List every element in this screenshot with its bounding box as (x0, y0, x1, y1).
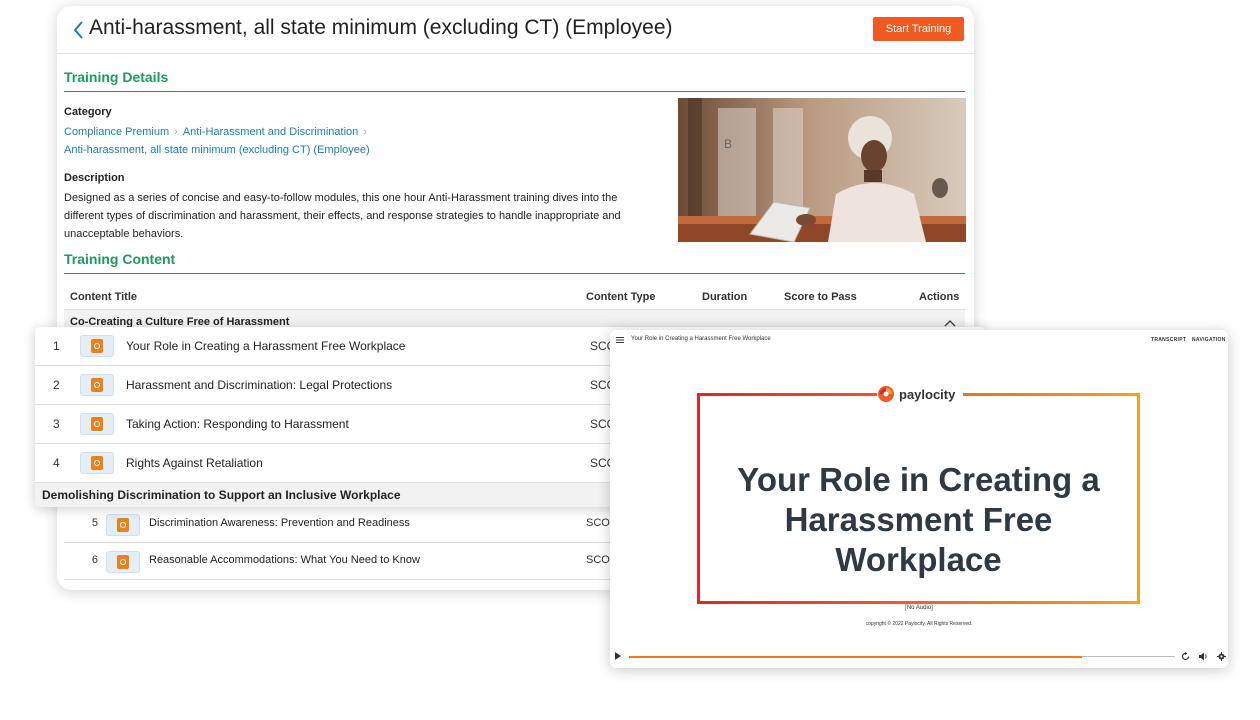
table-row[interactable]: 5 Discrimination Awareness: Prevention a… (64, 506, 617, 543)
replay-icon[interactable] (1181, 652, 1190, 661)
breadcrumb-link[interactable]: Compliance Premium (64, 126, 169, 138)
chevron-left-icon (73, 21, 83, 39)
content-title[interactable]: Reasonable Accommodations: What You Need… (149, 554, 420, 566)
gear-icon[interactable] (1217, 652, 1226, 661)
scorm-package-icon (106, 551, 140, 573)
scorm-package-icon (80, 374, 114, 396)
table-row[interactable]: 6 Reasonable Accommodations: What You Ne… (64, 543, 617, 580)
course-player-window: Your Role in Creating a Harassment Free … (610, 330, 1228, 668)
brand-name: paylocity (899, 386, 956, 402)
paylocity-logo: paylocity (877, 384, 963, 404)
scorm-package-icon (80, 413, 114, 435)
training-content-heading: Training Content (64, 251, 176, 267)
description-label: Description (64, 172, 125, 184)
hamburger-menu-icon[interactable] (616, 337, 624, 343)
chevron-right-icon: › (174, 126, 178, 138)
breadcrumb-link[interactable]: Anti-Harassment and Discrimination (183, 126, 358, 138)
start-training-button[interactable]: Start Training (873, 17, 964, 41)
row-number: 6 (91, 554, 98, 566)
page-header: Anti-harassment, all state minimum (excl… (57, 6, 974, 54)
page-title: Anti-harassment, all state minimum (excl… (89, 16, 673, 39)
back-button[interactable] (67, 16, 89, 44)
navigation-tab[interactable]: NAVIGATION (1192, 337, 1226, 343)
content-title[interactable]: Rights Against Retaliation (126, 456, 263, 470)
column-header-actions: Actions (919, 291, 960, 303)
content-title[interactable]: Your Role in Creating a Harassment Free … (126, 339, 405, 353)
training-details-heading: Training Details (64, 69, 169, 85)
category-label: Category (64, 106, 112, 118)
chevron-right-icon: › (363, 126, 367, 138)
play-icon[interactable] (614, 652, 622, 660)
scorm-package-icon (106, 514, 140, 536)
row-number: 2 (53, 378, 60, 392)
no-audio-note: [No Audio] (905, 605, 933, 611)
column-header-content-type[interactable]: Content Type (586, 291, 655, 303)
section-divider (64, 91, 965, 92)
description-text: Designed as a series of concise and easy… (64, 192, 621, 240)
breadcrumb-link[interactable]: Anti-harassment, all state minimum (excl… (64, 144, 370, 156)
column-header-duration[interactable]: Duration (702, 291, 747, 303)
content-title[interactable]: Harassment and Discrimination: Legal Pro… (126, 378, 392, 392)
section-divider (64, 273, 965, 274)
group-title: Demolishing Discrimination to Support an… (42, 488, 401, 502)
scorm-package-icon (80, 452, 114, 474)
paylocity-logo-mark (878, 386, 894, 402)
column-header-score-to-pass[interactable]: Score to Pass (784, 291, 857, 303)
column-header-content-title[interactable]: Content Title (70, 291, 137, 303)
row-number: 3 (53, 417, 60, 431)
volume-icon[interactable] (1199, 652, 1208, 661)
category-breadcrumb: Compliance Premium › Anti-Harassment and D… (64, 123, 624, 159)
content-title[interactable]: Taking Action: Responding to Harassment (126, 417, 349, 431)
progress-fill (629, 655, 1083, 658)
slide-heading: Your Role in Creating a Harassment Free … (737, 461, 1100, 578)
transcript-tab[interactable]: TRANSCRIPT (1151, 337, 1186, 343)
row-number: 1 (53, 339, 60, 353)
player-title: Your Role in Creating a Harassment Free … (631, 336, 771, 342)
copyright-text: copyright © 2022 Paylocity. All Rights R… (865, 621, 973, 627)
svg-text:B: B (724, 137, 732, 151)
hero-photo: B (678, 98, 966, 242)
scorm-package-icon (80, 335, 114, 357)
row-number: 4 (53, 456, 60, 470)
content-title[interactable]: Discrimination Awareness: Prevention and… (149, 517, 410, 529)
progress-bar[interactable] (629, 655, 1175, 658)
row-number: 5 (91, 517, 98, 529)
